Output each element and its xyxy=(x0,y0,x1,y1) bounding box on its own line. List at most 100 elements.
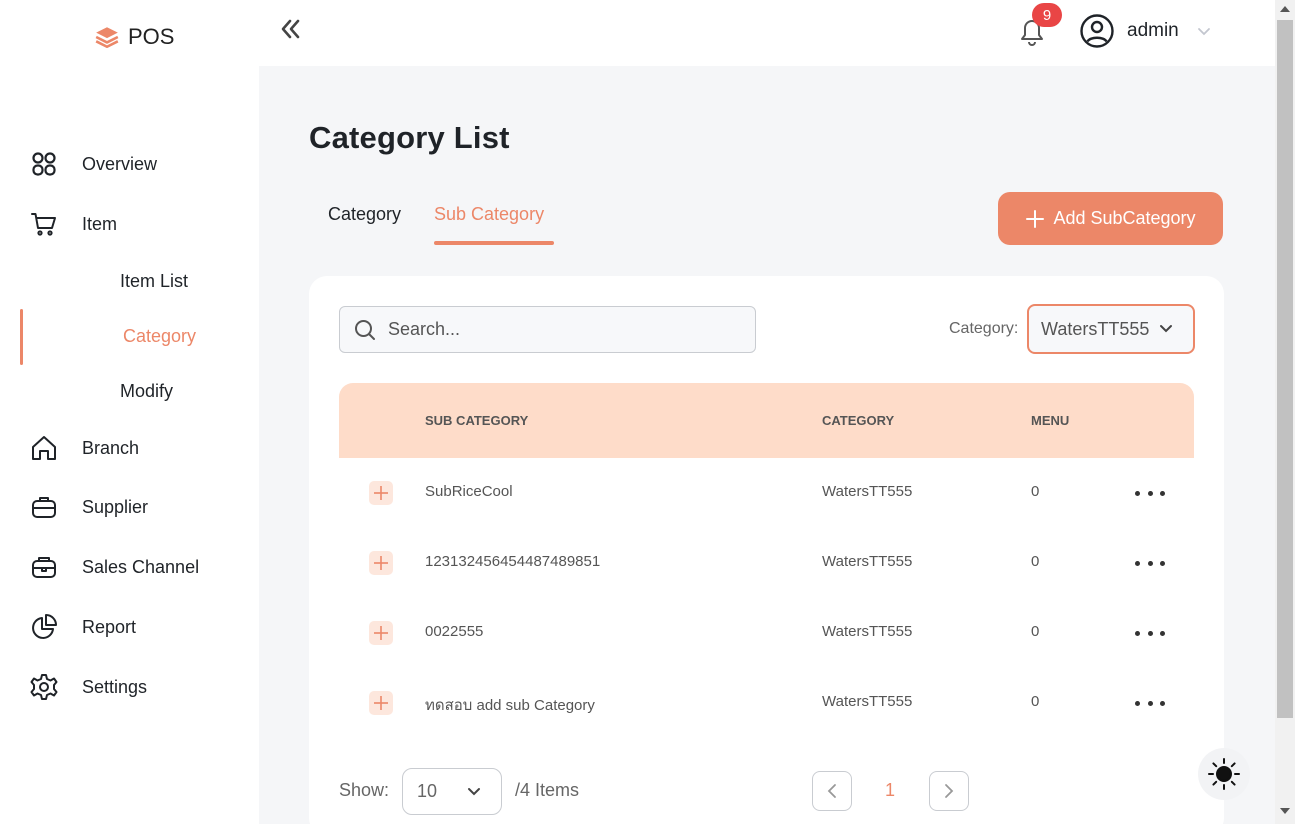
user-menu[interactable]: admin xyxy=(1079,13,1211,49)
expand-row-button[interactable] xyxy=(369,481,393,505)
search-icon xyxy=(355,319,375,340)
page-title: Category List xyxy=(309,120,510,155)
expand-row-button[interactable] xyxy=(369,621,393,645)
search-box xyxy=(339,306,756,353)
plus-icon xyxy=(374,556,388,570)
sidebar-item-supplier[interactable]: Supplier xyxy=(30,493,148,521)
sidebar-item-sales-channel[interactable]: Sales Channel xyxy=(30,553,199,581)
cell-sub-category: 0022555 xyxy=(425,623,484,640)
user-name: admin xyxy=(1127,20,1179,41)
active-indicator xyxy=(20,309,23,365)
sidebar-item-label: Item xyxy=(82,213,118,234)
cell-sub-category: ทดสอบ add sub Category xyxy=(425,697,595,714)
column-header-sub-category: SUB CATEGORY xyxy=(425,413,529,428)
scroll-down-arrow-icon[interactable] xyxy=(1280,808,1290,814)
chevron-right-icon xyxy=(945,784,954,798)
home-icon xyxy=(30,434,58,462)
sidebar: POS Overview Item Item List Category Mod… xyxy=(0,0,259,824)
table-row: ทดสอบ add sub Category WatersTT555 0 xyxy=(339,668,1194,738)
next-page-button[interactable] xyxy=(929,771,969,811)
cell-menu: 0 xyxy=(1031,483,1040,500)
column-header-menu: MENU xyxy=(1031,413,1070,428)
cell-menu: 0 xyxy=(1031,693,1040,710)
category-filter-label: Category: xyxy=(949,320,1019,337)
briefcase-icon xyxy=(30,493,58,521)
page-size-select[interactable]: 10 xyxy=(402,768,502,815)
sidebar-item-label: Supplier xyxy=(82,496,149,517)
database-icon xyxy=(30,553,58,581)
search-input[interactable] xyxy=(388,319,728,340)
cell-category: WatersTT555 xyxy=(822,483,913,500)
sidebar-subitem-category[interactable]: Category xyxy=(123,326,196,347)
row-actions-button[interactable] xyxy=(1135,623,1165,643)
cell-category: WatersTT555 xyxy=(822,553,913,570)
sidebar-item-label: Settings xyxy=(82,676,148,697)
page-size-label: Show: xyxy=(339,780,390,800)
table-row: 12313245645448748985​1 WatersTT555 0 xyxy=(339,528,1194,598)
grid-icon xyxy=(30,150,58,178)
scrollbar-thumb[interactable] xyxy=(1277,20,1293,718)
previous-page-button[interactable] xyxy=(812,771,852,811)
sidebar-subitem-modify[interactable]: Modify xyxy=(120,381,173,402)
app-name: POS xyxy=(128,24,175,49)
collapse-sidebar-button[interactable] xyxy=(277,16,303,42)
cell-menu: 0 xyxy=(1031,553,1040,570)
tab-category[interactable]: Category xyxy=(328,204,401,225)
main-content: Category List Category Sub Category Add … xyxy=(259,66,1275,824)
plus-icon xyxy=(374,626,388,640)
top-bar: 9 admin xyxy=(259,0,1275,66)
chevron-down-icon xyxy=(1160,325,1173,333)
sidebar-item-report[interactable]: Report xyxy=(30,613,136,641)
user-avatar-icon xyxy=(1080,14,1114,48)
table-header: SUB CATEGORY CATEGORY MENU xyxy=(339,383,1194,458)
cell-sub-category: 12313245645448748985​1 xyxy=(425,553,601,570)
items-count: /4 Items xyxy=(515,780,580,800)
chevron-left-icon xyxy=(827,784,836,798)
subcategory-card: Category: WatersTT555 SUB CATEGORY CATEG… xyxy=(309,276,1224,824)
chevron-down-icon xyxy=(468,787,481,795)
expand-row-button[interactable] xyxy=(369,691,393,715)
cart-icon xyxy=(30,210,58,238)
theme-toggle-button[interactable] xyxy=(1198,748,1250,800)
tab-active-underline xyxy=(434,241,554,245)
add-subcategory-button[interactable]: Add SubCategory xyxy=(998,192,1223,245)
notification-badge: 9 xyxy=(1032,3,1062,27)
sidebar-item-item[interactable]: Item xyxy=(30,210,117,238)
sidebar-subitem-item-list[interactable]: Item List xyxy=(120,271,188,292)
plus-icon xyxy=(1026,209,1045,228)
column-header-category: CATEGORY xyxy=(822,413,895,428)
row-actions-button[interactable] xyxy=(1135,553,1165,573)
app-logo[interactable]: POS xyxy=(94,24,174,50)
sun-icon xyxy=(1208,758,1240,790)
gear-icon xyxy=(30,673,58,701)
cell-category: WatersTT555 xyxy=(822,693,913,710)
row-actions-button[interactable] xyxy=(1135,693,1165,713)
page-number-current[interactable]: 1 xyxy=(885,780,895,801)
cell-category: WatersTT555 xyxy=(822,623,913,640)
plus-icon xyxy=(374,486,388,500)
table-row: 0022555 WatersTT555 0 xyxy=(339,598,1194,668)
cell-sub-category: SubRiceCool xyxy=(425,483,513,500)
double-chevron-left-icon xyxy=(281,19,300,39)
page-size-value: 10 xyxy=(417,781,438,801)
category-filter-value: WatersTT555 xyxy=(1041,318,1150,339)
sidebar-item-label: Report xyxy=(82,616,137,637)
cell-menu: 0 xyxy=(1031,623,1040,640)
sidebar-item-label: Sales Channel xyxy=(82,556,200,577)
sidebar-item-settings[interactable]: Settings xyxy=(30,673,147,701)
plus-icon xyxy=(374,696,388,710)
layers-icon xyxy=(95,27,119,49)
page-scrollbar[interactable] xyxy=(1275,0,1295,824)
scroll-up-arrow-icon[interactable] xyxy=(1280,6,1290,12)
tab-sub-category[interactable]: Sub Category xyxy=(434,204,544,225)
row-actions-button[interactable] xyxy=(1135,483,1165,503)
sidebar-item-label: Overview xyxy=(82,153,158,174)
category-filter-select[interactable]: WatersTT555 xyxy=(1027,304,1195,354)
sidebar-item-branch[interactable]: Branch xyxy=(30,434,139,462)
expand-row-button[interactable] xyxy=(369,551,393,575)
pie-chart-icon xyxy=(30,613,58,641)
add-subcategory-label: Add SubCategory xyxy=(1053,208,1196,228)
sidebar-item-overview[interactable]: Overview xyxy=(30,150,157,178)
table-row: SubRiceCool WatersTT555 0 xyxy=(339,458,1194,528)
chevron-down-icon xyxy=(1197,28,1210,36)
